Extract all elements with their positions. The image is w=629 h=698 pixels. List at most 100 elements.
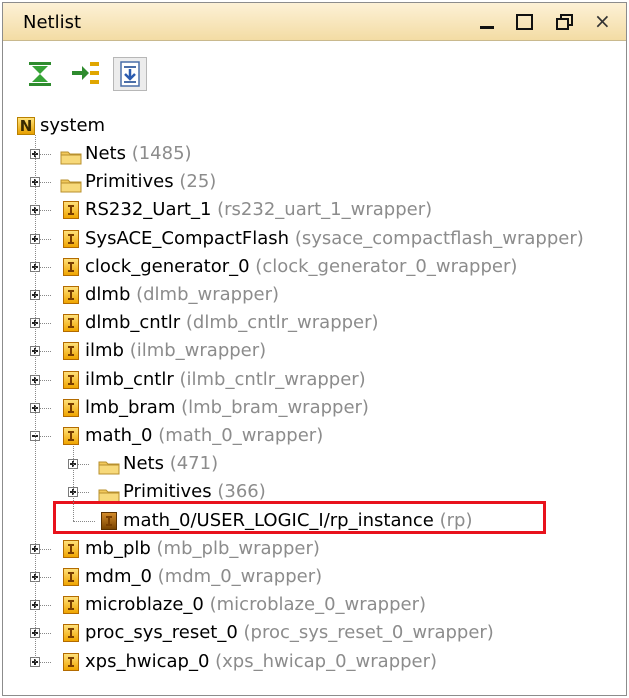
instance-icon <box>63 314 79 333</box>
tree-row[interactable]: Primitives (25) <box>3 168 626 196</box>
tree-node-hint: (mdm_0_wrapper) <box>151 566 323 587</box>
instance-icon <box>63 398 79 417</box>
tree-row[interactable]: microblaze_0 (microblaze_0_wrapper) <box>3 591 626 619</box>
tree-node-text: lmb_bram (lmb_bram_wrapper) <box>85 394 369 422</box>
tree-node-hint: (ilmb_wrapper) <box>123 340 267 362</box>
show-source-icon[interactable] <box>113 57 147 91</box>
instance-icon <box>63 652 79 671</box>
tree-row[interactable]: dlmb_cntlr (dlmb_cntlr_wrapper) <box>3 309 626 337</box>
tree-node-text: math_0 (math_0_wrapper) <box>85 422 323 450</box>
tree-node-label: dlmb_cntlr <box>85 312 181 334</box>
tree-node-label: math_0 <box>85 425 153 446</box>
folder-icon <box>98 456 120 475</box>
tree-row[interactable]: dlmb (dlmb_wrapper) <box>3 281 626 309</box>
tree-node-hint: (lmb_bram_wrapper) <box>175 396 369 418</box>
tree-node-hint: (math_0_wrapper) <box>152 425 324 446</box>
selection-highlight-box <box>53 501 546 534</box>
tree-child-row[interactable]: Nets (471) <box>3 450 626 478</box>
folder-icon <box>60 146 82 165</box>
tree-row[interactable]: Nets (1485) <box>3 140 626 168</box>
tree-node-hint: (clock_generator_0_wrapper) <box>249 255 518 277</box>
tree-node-text: mdm_0 (mdm_0_wrapper) <box>85 563 322 591</box>
tree-node-text: mb_plb (mb_plb_wrapper) <box>85 535 320 563</box>
tree-root-label: system <box>40 115 106 136</box>
tree-node-label: clock_generator_0 <box>85 255 250 277</box>
panel-title: Netlist <box>23 12 82 33</box>
tree-node-hint: (25) <box>173 171 217 193</box>
tree-node-label: mb_plb <box>85 537 151 559</box>
tree-node-label: ilmb_cntlr <box>85 368 174 390</box>
instance-icon <box>63 201 79 220</box>
tree-node-label: Primitives <box>85 171 174 193</box>
tree-node-text: Primitives (25) <box>85 168 216 196</box>
restore-icon[interactable] <box>554 11 576 33</box>
panel-titlebar: Netlist × <box>3 3 626 41</box>
tree-node-text: dlmb_cntlr (dlmb_cntlr_wrapper) <box>85 309 379 337</box>
tree-row[interactable]: ilmb (ilmb_wrapper) <box>3 337 626 365</box>
tree-node-hint: (rs232_uart_1_wrapper) <box>211 199 433 221</box>
tree-node-text: RS232_Uart_1 (rs232_uart_1_wrapper) <box>85 196 432 224</box>
folder-icon <box>98 484 120 503</box>
instance-icon <box>63 257 79 276</box>
collapse-all-icon[interactable] <box>23 57 57 91</box>
tree-node-label: Primitives <box>123 481 212 503</box>
instance-icon <box>63 624 79 643</box>
tree-row[interactable]: ilmb_cntlr (ilmb_cntlr_wrapper) <box>3 366 626 394</box>
tree-guide-line <box>73 446 74 521</box>
tree-node-label: mdm_0 <box>85 566 152 587</box>
tree-root-row[interactable]: N system <box>3 112 626 140</box>
tree-node-label: ilmb <box>85 340 124 362</box>
tree-row[interactable]: RS232_Uart_1 (rs232_uart_1_wrapper) <box>3 196 626 224</box>
tree-row[interactable]: mdm_0 (mdm_0_wrapper) <box>3 563 626 591</box>
maximize-icon[interactable] <box>514 11 536 33</box>
expand-icon[interactable] <box>68 57 102 91</box>
tree-node-text: ilmb (ilmb_wrapper) <box>85 337 266 365</box>
tree-node-hint: (dlmb_cntlr_wrapper) <box>180 312 379 334</box>
tree-row[interactable]: SysACE_CompactFlash (sysace_compactflash… <box>3 225 626 253</box>
tree-node-hint: (sysace_compactflash_wrapper) <box>289 227 584 249</box>
instance-icon <box>63 342 79 361</box>
netlist-root-icon: N <box>17 117 35 135</box>
tree-node-hint: (1485) <box>125 143 192 164</box>
tree-row[interactable]: mb_plb (mb_plb_wrapper) <box>3 535 626 563</box>
tree-node-label: Nets <box>123 453 164 475</box>
tree-node-label: RS232_Uart_1 <box>85 199 212 221</box>
tree-row[interactable]: xps_hwicap_0 (xps_hwicap_0_wrapper) <box>3 648 626 676</box>
tree-node-label: SysACE_CompactFlash <box>85 227 290 249</box>
tree-node-text: dlmb (dlmb_wrapper) <box>85 281 279 309</box>
instance-icon <box>63 286 79 304</box>
tree-node-hint: (xps_hwicap_0_wrapper) <box>209 650 438 672</box>
tree-row[interactable]: proc_sys_reset_0 (proc_sys_reset_0_wrapp… <box>3 619 626 647</box>
close-icon[interactable]: × <box>594 10 616 32</box>
tree-node-hint: (microblaze_0_wrapper) <box>203 594 427 616</box>
tree-node-text: clock_generator_0 (clock_generator_0_wra… <box>85 253 517 281</box>
tree-node-text: ilmb_cntlr (ilmb_cntlr_wrapper) <box>85 366 366 394</box>
tree-node-text: SysACE_CompactFlash (sysace_compactflash… <box>85 225 584 253</box>
tree-node-label: xps_hwicap_0 <box>85 650 210 672</box>
instance-icon <box>63 596 79 615</box>
instance-icon <box>63 229 79 248</box>
tree-node-text: proc_sys_reset_0 (proc_sys_reset_0_wrapp… <box>85 619 494 647</box>
tree-node-text: microblaze_0 (microblaze_0_wrapper) <box>85 591 426 619</box>
tree-node-label: dlmb <box>85 284 131 305</box>
tree-node-hint: (366) <box>211 481 266 503</box>
tree-node-hint: (ilmb_cntlr_wrapper) <box>173 368 366 390</box>
netlist-toolbar <box>3 41 626 109</box>
tree-node-label: Nets <box>85 143 126 164</box>
instance-icon <box>63 568 79 586</box>
tree-node-hint: (mb_plb_wrapper) <box>150 537 320 559</box>
tree-node-hint: (dlmb_wrapper) <box>130 284 280 305</box>
tree-row[interactable]: math_0 (math_0_wrapper) <box>3 422 626 450</box>
tree-node-text: xps_hwicap_0 (xps_hwicap_0_wrapper) <box>85 648 437 676</box>
tree-row[interactable]: clock_generator_0 (clock_generator_0_wra… <box>3 253 626 281</box>
netlist-panel: Netlist × N system Nets (1485) Primitive… <box>2 2 627 696</box>
tree-row[interactable]: lmb_bram (lmb_bram_wrapper) <box>3 394 626 422</box>
tree-node-label: lmb_bram <box>85 396 176 418</box>
tree-node-label: proc_sys_reset_0 <box>85 622 238 644</box>
minimize-icon[interactable] <box>476 11 498 33</box>
netlist-tree: N system Nets (1485) Primitives (25) RS232… <box>3 109 626 694</box>
tree-node-label: microblaze_0 <box>85 594 204 616</box>
tree-node-hint: (471) <box>163 453 219 475</box>
tree-guide-line <box>35 135 36 662</box>
tree-node-text: Nets (1485) <box>85 140 192 168</box>
